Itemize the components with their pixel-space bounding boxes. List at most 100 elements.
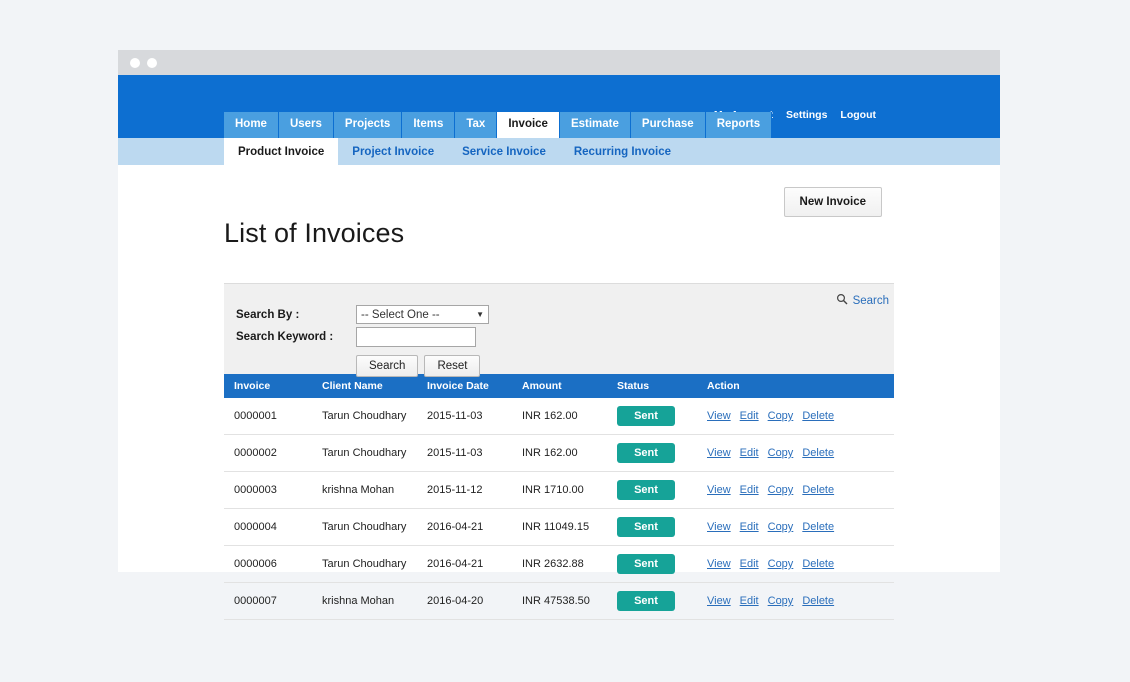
- browser-chrome-bar: [118, 50, 1000, 75]
- nav-tab-users[interactable]: Users: [279, 112, 334, 138]
- searchby-label: Search By :: [236, 309, 356, 321]
- action-view-link[interactable]: View: [707, 595, 731, 607]
- action-edit-link[interactable]: Edit: [740, 410, 759, 422]
- action-delete-link[interactable]: Delete: [802, 410, 834, 422]
- new-invoice-button[interactable]: New Invoice: [784, 187, 882, 217]
- search-panel: Search Search By : -- Select One -- ▼ Se…: [224, 283, 894, 374]
- invoice-table: Invoice Client Name Invoice Date Amount …: [224, 374, 894, 620]
- cell-action: View Edit Copy Delete: [697, 546, 894, 583]
- action-copy-link[interactable]: Copy: [768, 595, 794, 607]
- table-row: 0000003krishna Mohan2015-11-12INR 1710.0…: [224, 472, 894, 509]
- page-body: New Invoice List of Invoices Search Sear…: [118, 165, 1000, 572]
- main-nav: Home Users Projects Items Tax Invoice Es…: [224, 112, 772, 138]
- status-badge[interactable]: Sent: [617, 480, 675, 500]
- status-badge[interactable]: Sent: [617, 517, 675, 537]
- action-copy-link[interactable]: Copy: [768, 521, 794, 533]
- reset-button[interactable]: Reset: [424, 355, 480, 377]
- nav-tab-invoice[interactable]: Invoice: [497, 112, 560, 138]
- column-header-amount[interactable]: Amount: [512, 374, 607, 398]
- action-view-link[interactable]: View: [707, 447, 731, 459]
- action-delete-link[interactable]: Delete: [802, 484, 834, 496]
- action-edit-link[interactable]: Edit: [740, 521, 759, 533]
- cell-action: View Edit Copy Delete: [697, 472, 894, 509]
- nav-tab-tax[interactable]: Tax: [455, 112, 497, 138]
- search-form-buttons: Search Reset: [356, 355, 894, 377]
- action-delete-link[interactable]: Delete: [802, 558, 834, 570]
- action-edit-link[interactable]: Edit: [740, 447, 759, 459]
- cell-client-name: Tarun Choudhary: [312, 435, 417, 472]
- cell-status: Sent: [607, 472, 697, 509]
- cell-status: Sent: [607, 435, 697, 472]
- settings-link[interactable]: Settings: [786, 109, 827, 121]
- nav-tab-items[interactable]: Items: [402, 112, 455, 138]
- nav-tab-projects[interactable]: Projects: [334, 112, 402, 138]
- sub-tab-service-invoice[interactable]: Service Invoice: [448, 138, 560, 165]
- sub-nav: Product Invoice Project Invoice Service …: [118, 138, 1000, 165]
- action-view-link[interactable]: View: [707, 410, 731, 422]
- nav-tab-estimate[interactable]: Estimate: [560, 112, 631, 138]
- action-view-link[interactable]: View: [707, 558, 731, 570]
- status-badge[interactable]: Sent: [617, 591, 675, 611]
- cell-invoice-number: 0000004: [224, 509, 312, 546]
- window-dot-1-icon[interactable]: [130, 58, 140, 68]
- cell-amount: INR 1710.00: [512, 472, 607, 509]
- search-toggle-label: Search: [853, 295, 889, 307]
- cell-client-name: krishna Mohan: [312, 583, 417, 620]
- cell-invoice-date: 2015-11-12: [417, 472, 512, 509]
- action-edit-link[interactable]: Edit: [740, 484, 759, 496]
- column-header-invoice[interactable]: Invoice: [224, 374, 312, 398]
- search-toggle[interactable]: Search: [836, 293, 889, 308]
- search-icon: [836, 293, 848, 308]
- action-delete-link[interactable]: Delete: [802, 447, 834, 459]
- sub-tab-recurring-invoice[interactable]: Recurring Invoice: [560, 138, 685, 165]
- search-keyword-input[interactable]: [356, 327, 476, 347]
- cell-status: Sent: [607, 398, 697, 435]
- action-copy-link[interactable]: Copy: [768, 558, 794, 570]
- sub-tab-product-invoice[interactable]: Product Invoice: [224, 138, 338, 165]
- keyword-label: Search Keyword :: [236, 331, 356, 343]
- status-badge[interactable]: Sent: [617, 554, 675, 574]
- action-links: View Edit Copy Delete: [707, 484, 894, 496]
- searchby-select[interactable]: -- Select One -- ▼: [356, 305, 489, 324]
- column-header-client-name[interactable]: Client Name: [312, 374, 417, 398]
- cell-client-name: Tarun Choudhary: [312, 509, 417, 546]
- logout-link[interactable]: Logout: [840, 109, 876, 121]
- nav-tab-purchase[interactable]: Purchase: [631, 112, 706, 138]
- cell-invoice-number: 0000007: [224, 583, 312, 620]
- action-delete-link[interactable]: Delete: [802, 595, 834, 607]
- status-badge[interactable]: Sent: [617, 443, 675, 463]
- action-links: View Edit Copy Delete: [707, 595, 894, 607]
- cell-invoice-date: 2015-11-03: [417, 398, 512, 435]
- cell-action: View Edit Copy Delete: [697, 583, 894, 620]
- table-row: 0000007krishna Mohan2016-04-20INR 47538.…: [224, 583, 894, 620]
- table-row: 0000002Tarun Choudhary2015-11-03INR 162.…: [224, 435, 894, 472]
- table-row: 0000004Tarun Choudhary2016-04-21INR 1104…: [224, 509, 894, 546]
- column-header-status[interactable]: Status: [607, 374, 697, 398]
- cell-status: Sent: [607, 509, 697, 546]
- action-copy-link[interactable]: Copy: [768, 410, 794, 422]
- search-submit-button[interactable]: Search: [356, 355, 418, 377]
- action-view-link[interactable]: View: [707, 521, 731, 533]
- sub-tab-project-invoice[interactable]: Project Invoice: [338, 138, 448, 165]
- action-delete-link[interactable]: Delete: [802, 521, 834, 533]
- action-links: View Edit Copy Delete: [707, 410, 894, 422]
- column-header-invoice-date[interactable]: Invoice Date: [417, 374, 512, 398]
- action-copy-link[interactable]: Copy: [768, 447, 794, 459]
- cell-invoice-date: 2016-04-21: [417, 509, 512, 546]
- nav-tab-reports[interactable]: Reports: [706, 112, 772, 138]
- status-badge[interactable]: Sent: [617, 406, 675, 426]
- cell-invoice-date: 2015-11-03: [417, 435, 512, 472]
- invoice-table-header: Invoice Client Name Invoice Date Amount …: [224, 374, 894, 398]
- cell-amount: INR 11049.15: [512, 509, 607, 546]
- searchby-selected-value: -- Select One --: [361, 309, 440, 321]
- action-edit-link[interactable]: Edit: [740, 558, 759, 570]
- nav-tab-home[interactable]: Home: [224, 112, 279, 138]
- action-edit-link[interactable]: Edit: [740, 595, 759, 607]
- cell-invoice-date: 2016-04-20: [417, 583, 512, 620]
- cell-amount: INR 47538.50: [512, 583, 607, 620]
- action-view-link[interactable]: View: [707, 484, 731, 496]
- action-links: View Edit Copy Delete: [707, 447, 894, 459]
- action-copy-link[interactable]: Copy: [768, 484, 794, 496]
- cell-action: View Edit Copy Delete: [697, 509, 894, 546]
- window-dot-2-icon[interactable]: [147, 58, 157, 68]
